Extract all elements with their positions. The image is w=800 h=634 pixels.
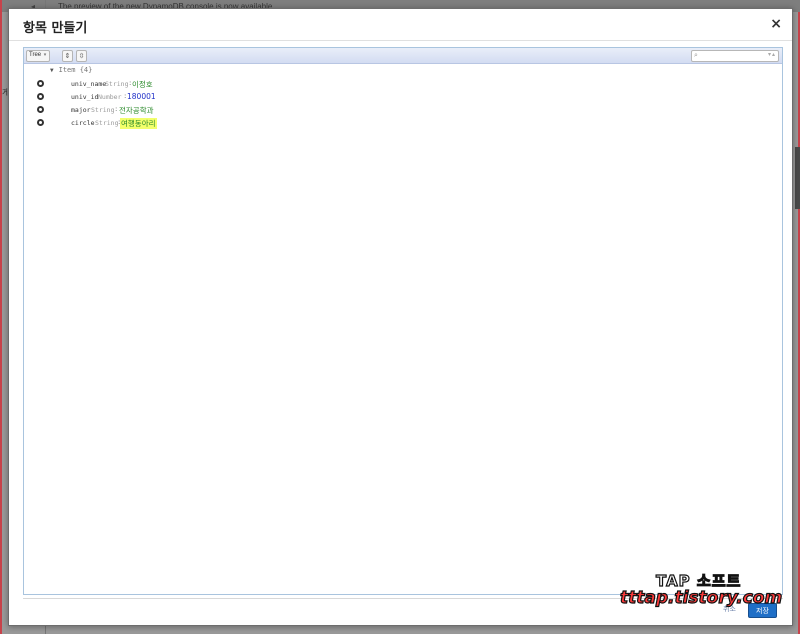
tree-row[interactable]: univ_id Number : 180001 xyxy=(24,91,782,104)
tree-root-item[interactable]: ▼ Item {4} xyxy=(50,66,92,74)
mode-select[interactable]: Tree ▾ xyxy=(26,50,50,62)
field-name[interactable]: univ_name xyxy=(71,80,106,88)
row-action-icon[interactable] xyxy=(37,93,44,100)
field-type[interactable]: String xyxy=(95,119,118,127)
mode-select-label: Tree xyxy=(29,52,42,58)
field-value[interactable]: 여행동아리 xyxy=(120,118,157,129)
row-action-icon[interactable] xyxy=(37,106,44,113)
search-box[interactable]: ⌕ ▾▴ xyxy=(691,50,779,62)
tree-row[interactable]: univ_name String : 이정호 xyxy=(24,78,782,91)
expand-toggle-icon[interactable]: ▼ xyxy=(50,67,54,74)
tree-row[interactable]: circle String : 여행동아리 xyxy=(24,117,782,130)
close-icon[interactable]: × xyxy=(770,16,782,32)
background-scrollbar[interactable] xyxy=(795,147,800,209)
chevron-down-icon: ▾ xyxy=(43,52,47,58)
collapse-all-icon[interactable]: ⇳ xyxy=(76,50,87,62)
editor-toolbar: Tree ▾ ⇕ ⇳ ⌕ ▾▴ xyxy=(24,48,782,64)
field-value[interactable]: 이정호 xyxy=(131,79,154,90)
modal-title: 항목 만들기 xyxy=(23,21,88,36)
field-colon: : xyxy=(115,105,118,113)
search-icon: ⌕ xyxy=(694,51,698,59)
field-name[interactable]: univ_id xyxy=(71,93,98,101)
cancel-button[interactable]: 취소 xyxy=(723,604,736,614)
footer-divider xyxy=(23,598,783,599)
row-action-icon[interactable] xyxy=(37,119,44,126)
field-value[interactable]: 전자공학과 xyxy=(118,105,155,116)
field-value[interactable]: 180001 xyxy=(126,92,157,101)
field-type[interactable]: String xyxy=(91,106,114,114)
field-type[interactable]: Number xyxy=(98,93,121,101)
modal-header: 항목 만들기 × xyxy=(9,9,792,41)
expand-all-icon[interactable]: ⇕ xyxy=(62,50,73,62)
field-name[interactable]: circle xyxy=(71,119,94,127)
item-editor: Tree ▾ ⇕ ⇳ ⌕ ▾▴ ▼ Item {4} univ_name Stri… xyxy=(23,47,783,595)
create-item-modal: 항목 만들기 × Tree ▾ ⇕ ⇳ ⌕ ▾▴ ▼ Item {4} univ_… xyxy=(8,8,793,626)
search-navigation-icon[interactable]: ▾▴ xyxy=(768,51,776,58)
row-action-icon[interactable] xyxy=(37,80,44,87)
save-button[interactable]: 저장 xyxy=(748,603,777,618)
search-input[interactable] xyxy=(703,51,761,61)
field-type[interactable]: String xyxy=(105,80,128,88)
field-name[interactable]: major xyxy=(71,106,91,114)
tree-root-label: Item {4} xyxy=(58,66,93,74)
tree-row[interactable]: major String : 전자공학과 xyxy=(24,104,782,117)
